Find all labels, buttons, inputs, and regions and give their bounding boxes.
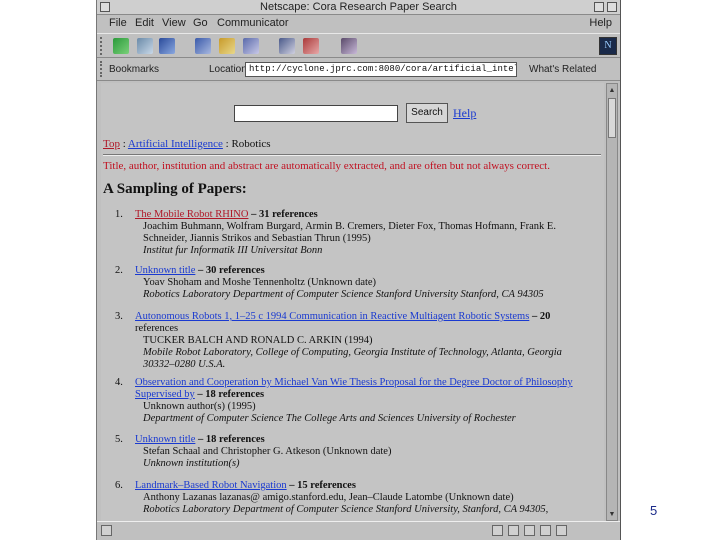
- search-icon[interactable]: [219, 38, 235, 54]
- home-icon[interactable]: [195, 38, 211, 54]
- reference-count: references: [135, 323, 179, 334]
- paper-title-link[interactable]: The Mobile Robot RHINO: [135, 209, 248, 220]
- paper-number: 4.: [115, 377, 123, 388]
- paper-institution: Mobile Robot Laboratory, College of Comp…: [143, 347, 562, 358]
- reload-icon[interactable]: [159, 38, 175, 54]
- minimize-icon[interactable]: [594, 2, 604, 12]
- paper-number: 2.: [115, 265, 123, 276]
- paper-title-link[interactable]: Unknown title: [135, 434, 195, 445]
- paper-institution: Robotics Laboratory Department of Comput…: [143, 289, 544, 300]
- breadcrumb-current: Robotics: [231, 138, 271, 150]
- paper-institution: Robotics Laboratory Department of Comput…: [143, 504, 549, 515]
- reference-count: – 18 references: [198, 434, 265, 445]
- paper-entry: 5. Unknown title – 18 references Stefan …: [115, 434, 601, 470]
- menu-help[interactable]: Help: [589, 17, 612, 29]
- paper-authors: Unknown author(s) (1995): [143, 401, 256, 412]
- paper-institution: Unknown institution(s): [143, 458, 240, 469]
- paper-title-link[interactable]: Observation and Cooperation by Michael V…: [135, 377, 573, 388]
- location-grip-icon[interactable]: [100, 61, 105, 77]
- paper-entry: 2. Unknown title – 30 references Yoav Sh…: [115, 265, 601, 301]
- paper-entry: 6. Landmark–Based Robot Navigation – 15 …: [115, 480, 601, 516]
- address-book-icon[interactable]: [556, 525, 567, 536]
- scroll-up-icon[interactable]: ▲: [608, 85, 616, 95]
- extraction-notice: Title, author, institution and abstract …: [103, 160, 550, 172]
- location-label: Location:: [209, 64, 250, 75]
- print-icon[interactable]: [279, 38, 295, 54]
- composer-icon[interactable]: [540, 525, 551, 536]
- component-bar-icon[interactable]: [492, 525, 503, 536]
- breadcrumb-ai[interactable]: Artificial Intelligence: [128, 138, 223, 150]
- browser-window: Netscape: Cora Research Paper Search Fil…: [96, 0, 621, 540]
- search-button[interactable]: Search: [406, 103, 448, 123]
- paper-title-link[interactable]: Unknown title: [135, 265, 195, 276]
- security-status-icon[interactable]: [101, 525, 112, 536]
- paper-entry: 3. Autonomous Robots 1, 1–25 c 1994 Comm…: [115, 311, 601, 371]
- security-icon[interactable]: [303, 38, 319, 54]
- paper-title-link[interactable]: Autonomous Robots 1, 1–25 c 1994 Communi…: [135, 311, 529, 322]
- page-content: Search Help Top : Artificial Intelligenc…: [101, 83, 604, 521]
- menu-file[interactable]: File: [109, 17, 127, 29]
- url-field[interactable]: http://cyclone.jprc.com:8080/cora/artifi…: [245, 62, 517, 77]
- menu-go[interactable]: Go: [193, 17, 208, 29]
- slide-number: 5: [650, 503, 658, 518]
- discussion-icon[interactable]: [524, 525, 535, 536]
- section-heading: A Sampling of Papers:: [103, 181, 247, 197]
- paper-authors: Schneider, Jiannis Strikos and Sebastian…: [143, 233, 371, 244]
- paper-institution: Institut fur Informatik III Universitat …: [143, 245, 323, 256]
- paper-institution: 30332–0280 U.S.A.: [143, 359, 226, 370]
- help-link[interactable]: Help: [453, 106, 476, 121]
- paper-title-link[interactable]: Supervised by: [135, 389, 195, 400]
- location-toolbar: Bookmarks Location: http://cyclone.jprc.…: [97, 59, 620, 81]
- vertical-scrollbar[interactable]: ▲ ▼: [606, 83, 618, 521]
- maximize-icon[interactable]: [607, 2, 617, 12]
- reference-count: – 31 references: [251, 209, 318, 220]
- reference-count: – 15 references: [289, 480, 356, 491]
- reference-count: – 20: [531, 311, 551, 322]
- guide-icon[interactable]: [243, 38, 259, 54]
- title-bar[interactable]: Netscape: Cora Research Paper Search: [97, 0, 620, 15]
- netscape-throbber-icon[interactable]: N: [599, 37, 617, 55]
- paper-authors: Joachim Buhmann, Wolfram Burgard, Armin …: [143, 221, 556, 232]
- paper-number: 1.: [115, 209, 123, 220]
- scroll-thumb[interactable]: [608, 98, 616, 138]
- navigation-toolbar: N: [97, 33, 620, 58]
- paper-authors: TUCKER BALCH AND RONALD C. ARKIN (1994): [143, 335, 373, 346]
- reference-count: – 18 references: [197, 389, 265, 400]
- stop-icon[interactable]: [341, 38, 357, 54]
- paper-entry: 1. The Mobile Robot RHINO – 31 reference…: [115, 209, 601, 257]
- whats-related-button[interactable]: What's Related: [529, 64, 597, 75]
- reference-count: – 30 references: [198, 265, 265, 276]
- paper-institution: Department of Computer Science The Colle…: [143, 413, 516, 424]
- bookmarks-button[interactable]: Bookmarks: [109, 64, 159, 75]
- paper-number: 5.: [115, 434, 123, 445]
- menu-view[interactable]: View: [162, 17, 186, 29]
- divider: [103, 154, 601, 156]
- paper-authors: Anthony Lazanas lazanas@ amigo.stanford.…: [143, 492, 514, 503]
- status-bar: [97, 521, 620, 540]
- paper-number: 3.: [115, 311, 123, 322]
- paper-entry: 4. Observation and Cooperation by Michae…: [115, 377, 601, 425]
- toolbar-grip-icon[interactable]: [100, 37, 105, 55]
- menu-bar: File Edit View Go Communicator Help: [97, 15, 620, 32]
- breadcrumb-separator: :: [225, 138, 229, 150]
- scroll-down-icon[interactable]: ▼: [608, 509, 616, 519]
- forward-icon[interactable]: [137, 38, 153, 54]
- menu-communicator[interactable]: Communicator: [217, 17, 289, 29]
- window-title: Netscape: Cora Research Paper Search: [260, 1, 457, 13]
- search-input[interactable]: [234, 105, 398, 122]
- paper-authors: Stefan Schaal and Christopher G. Atkeson…: [143, 446, 392, 457]
- menu-edit[interactable]: Edit: [135, 17, 154, 29]
- back-icon[interactable]: [113, 38, 129, 54]
- mail-icon[interactable]: [508, 525, 519, 536]
- paper-title-link[interactable]: Landmark–Based Robot Navigation: [135, 480, 287, 491]
- breadcrumb-separator: :: [122, 138, 126, 150]
- breadcrumb-top[interactable]: Top: [103, 138, 120, 150]
- paper-number: 6.: [115, 480, 123, 491]
- breadcrumb: Top : Artificial Intelligence : Robotics: [103, 138, 271, 150]
- paper-authors: Yoav Shoham and Moshe Tennenholtz (Unkno…: [143, 277, 377, 288]
